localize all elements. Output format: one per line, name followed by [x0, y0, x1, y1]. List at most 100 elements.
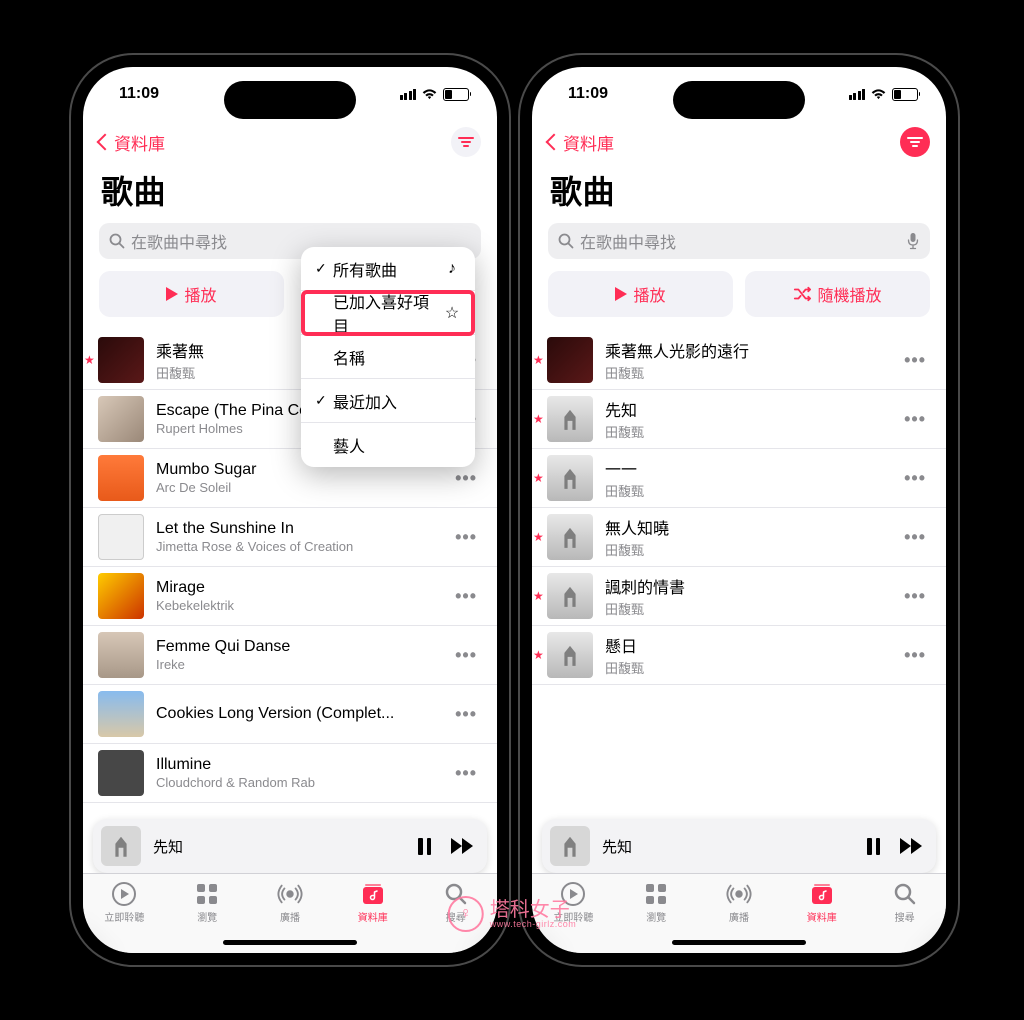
popup-item[interactable]: 已加入喜好項目 ☆: [301, 291, 475, 335]
song-title: 懸日: [605, 633, 900, 657]
more-button[interactable]: •••: [451, 704, 481, 725]
favorite-star-icon: ★: [533, 412, 544, 426]
song-row[interactable]: ★ 乘著無人光影的遠行 田馥甄 •••: [532, 331, 946, 390]
song-title: 無人知曉: [605, 515, 900, 539]
search-input[interactable]: 在歌曲中尋找: [548, 223, 930, 259]
popup-item[interactable]: ✓ 最近加入: [301, 379, 475, 423]
album-art: [98, 750, 144, 796]
song-title: 一一: [605, 456, 900, 480]
song-row[interactable]: ★ 先知 田馥甄 •••: [532, 390, 946, 449]
tab-play-circle[interactable]: 立即聆聽: [83, 882, 166, 953]
filter-popup: ✓ 所有歌曲 ♪ 已加入喜好項目 ☆ 名稱 ✓ 最近加入 藝人: [301, 247, 475, 467]
more-button[interactable]: •••: [451, 468, 481, 489]
pause-icon[interactable]: [418, 838, 431, 855]
song-row[interactable]: Let the Sunshine In Jimetta Rose & Voice…: [83, 508, 497, 567]
more-button[interactable]: •••: [900, 527, 930, 548]
song-row[interactable]: ★ 一一 田馥甄 •••: [532, 449, 946, 508]
song-text: 懸日 田馥甄: [605, 633, 900, 677]
song-row[interactable]: ★ 無人知曉 田馥甄 •••: [532, 508, 946, 567]
shuffle-icon: [793, 286, 811, 302]
popup-item[interactable]: 名稱: [301, 335, 475, 379]
pause-icon[interactable]: [867, 838, 880, 855]
grid-icon: [194, 882, 220, 906]
filter-button[interactable]: [451, 127, 481, 157]
song-text: Mirage Kebekelektrik: [156, 579, 451, 613]
song-row[interactable]: ★ 懸日 田馥甄 •••: [532, 626, 946, 685]
battery-icon: [892, 88, 918, 101]
page-title: 歌曲: [83, 163, 497, 223]
grid-icon: [643, 882, 669, 906]
album-art: [547, 632, 593, 678]
now-playing-bar[interactable]: 先知: [93, 819, 487, 873]
more-button[interactable]: •••: [451, 527, 481, 548]
status-time: 11:09: [568, 85, 608, 103]
more-button[interactable]: •••: [900, 645, 930, 666]
song-row[interactable]: Illumine Cloudchord & Random Rab •••: [83, 744, 497, 803]
chevron-left-icon: [97, 134, 114, 151]
phone-right: 11:09 資料庫 歌曲 在歌曲中尋找 播放: [520, 55, 958, 965]
album-art: [98, 337, 144, 383]
more-button[interactable]: •••: [451, 763, 481, 784]
forward-icon[interactable]: [900, 838, 922, 854]
library-icon: [809, 882, 835, 906]
more-button[interactable]: •••: [900, 409, 930, 430]
watermark-sub: www.tech-girlz.com: [490, 920, 577, 929]
page-title: 歌曲: [532, 163, 946, 223]
now-playing-controls: [418, 838, 473, 855]
song-row[interactable]: Cookies Long Version (Complet... •••: [83, 685, 497, 744]
screen-right: 11:09 資料庫 歌曲 在歌曲中尋找 播放: [532, 67, 946, 953]
song-row[interactable]: Mirage Kebekelektrik •••: [83, 567, 497, 626]
album-art: [547, 337, 593, 383]
filter-button-active[interactable]: [900, 127, 930, 157]
nav-bar: 資料庫: [532, 121, 946, 163]
more-button[interactable]: •••: [451, 645, 481, 666]
song-artist: 田馥甄: [605, 422, 900, 441]
song-text: 一一 田馥甄: [605, 456, 900, 500]
wifi-icon: [870, 88, 887, 100]
song-title: Cookies Long Version (Complet...: [156, 705, 451, 723]
popup-label: 名稱: [333, 345, 443, 369]
song-row[interactable]: Femme Qui Danse Ireke •••: [83, 626, 497, 685]
home-indicator[interactable]: [223, 940, 357, 945]
popup-item[interactable]: 藝人: [301, 423, 475, 467]
tab-search[interactable]: 搜尋: [863, 882, 946, 953]
now-playing-controls: [867, 838, 922, 855]
popup-trailing-icon: ♪: [443, 260, 461, 278]
search-icon: [109, 233, 125, 249]
signal-icon: [400, 89, 417, 100]
play-button[interactable]: 播放: [99, 271, 284, 317]
button-row: 播放 隨機播放: [532, 271, 946, 331]
song-text: Let the Sunshine In Jimetta Rose & Voice…: [156, 520, 451, 554]
back-button[interactable]: 資料庫: [99, 130, 165, 155]
tab-label: 廣播: [729, 909, 749, 924]
back-button[interactable]: 資料庫: [548, 130, 614, 155]
song-text: Femme Qui Danse Ireke: [156, 638, 451, 672]
forward-icon[interactable]: [451, 838, 473, 854]
song-title: 先知: [605, 397, 900, 421]
more-button[interactable]: •••: [900, 586, 930, 607]
more-button[interactable]: •••: [451, 586, 481, 607]
song-row[interactable]: ★ 諷刺的情書 田馥甄 •••: [532, 567, 946, 626]
now-playing-bar[interactable]: 先知: [542, 819, 936, 873]
home-indicator[interactable]: [672, 940, 806, 945]
album-art: [98, 632, 144, 678]
play-button[interactable]: 播放: [548, 271, 733, 317]
check-icon: ✓: [315, 260, 333, 277]
song-title: Illumine: [156, 756, 451, 774]
radio-icon: [277, 882, 303, 906]
status-time: 11:09: [119, 85, 159, 103]
mic-icon[interactable]: [906, 232, 920, 250]
popup-item[interactable]: ✓ 所有歌曲 ♪: [301, 247, 475, 291]
favorite-star-icon: ★: [533, 589, 544, 603]
shuffle-button[interactable]: 隨機播放: [745, 271, 930, 317]
album-art: [98, 455, 144, 501]
search-icon: [558, 233, 574, 249]
more-button[interactable]: •••: [900, 350, 930, 371]
back-label: 資料庫: [563, 130, 614, 155]
play-icon: [166, 287, 178, 301]
song-text: 先知 田馥甄: [605, 397, 900, 441]
back-label: 資料庫: [114, 130, 165, 155]
more-button[interactable]: •••: [900, 468, 930, 489]
song-text: 乘著無人光影的遠行 田馥甄: [605, 338, 900, 382]
favorite-star-icon: ★: [84, 353, 95, 367]
